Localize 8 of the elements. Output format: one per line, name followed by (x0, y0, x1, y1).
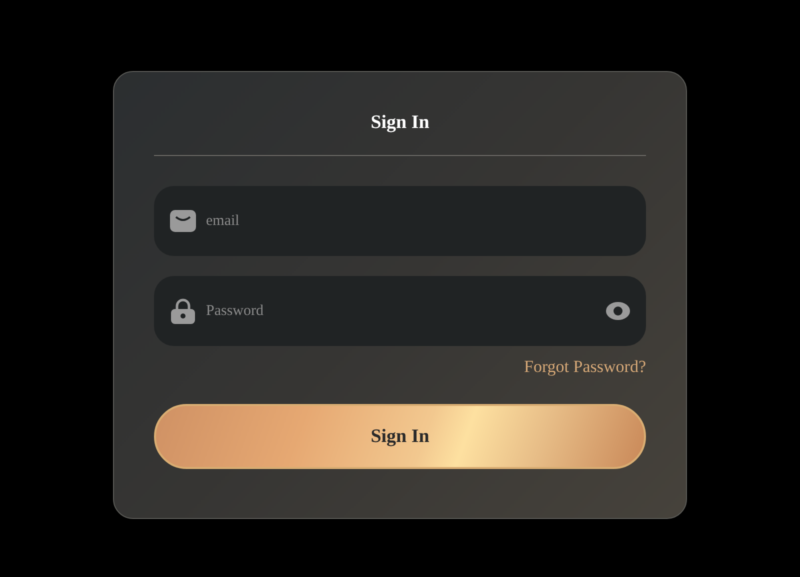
forgot-password-link[interactable]: Forgot Password? (524, 357, 646, 377)
email-input[interactable]: email (204, 212, 630, 230)
eye-icon[interactable] (606, 301, 630, 321)
password-input[interactable]: Password (204, 302, 598, 320)
lock-icon (170, 298, 196, 324)
mail-icon (170, 210, 196, 232)
card-title: Sign In (370, 112, 430, 134)
sign-in-button[interactable]: Sign In (154, 404, 646, 469)
